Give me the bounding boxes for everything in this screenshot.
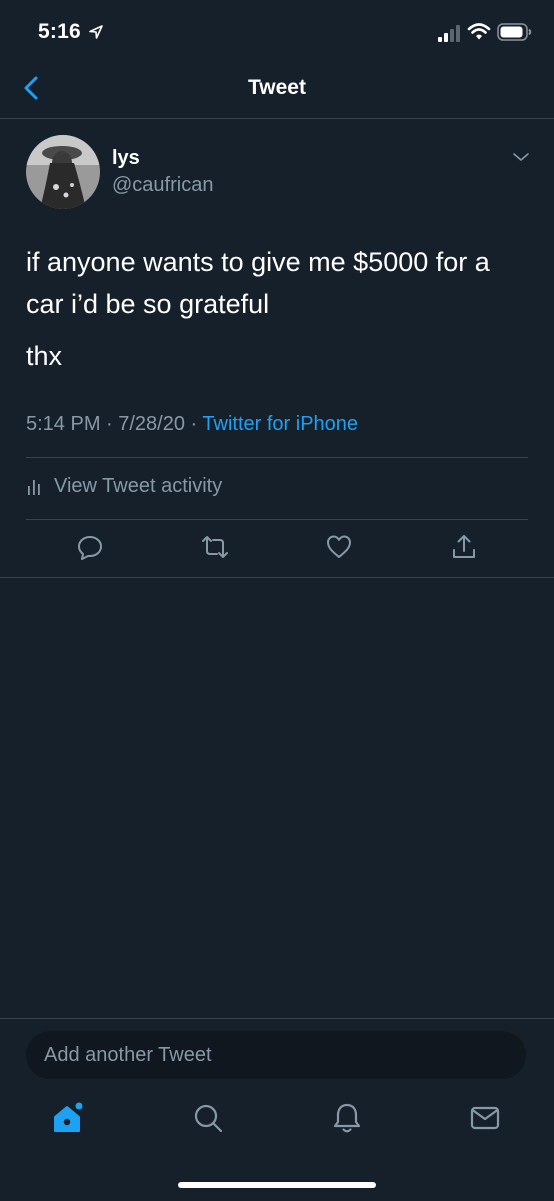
tweet-meta: 5:14 PM · 7/28/20 · Twitter for iPhone xyxy=(26,413,358,436)
tweet-source-link[interactable]: Twitter for iPhone xyxy=(202,413,358,435)
battery-icon xyxy=(497,23,532,41)
signal-icon xyxy=(438,25,460,42)
tab-bar xyxy=(0,1101,554,1141)
add-another-tweet-input[interactable] xyxy=(26,1031,526,1079)
reply-icon[interactable] xyxy=(76,533,104,561)
page-title: Tweet xyxy=(248,76,306,99)
navigation-bar: Tweet xyxy=(0,64,554,119)
tweet-timestamp: 5:14 PM · 7/28/20 · xyxy=(26,413,203,435)
home-icon[interactable] xyxy=(52,1101,86,1135)
location-arrow-icon xyxy=(89,25,103,39)
tweet-text: if anyone wants to give me $5000 for a c… xyxy=(26,247,490,319)
status-time: 5:16 xyxy=(38,20,81,43)
status-bar: 5:16 xyxy=(0,0,554,64)
bar-chart-icon xyxy=(28,480,40,495)
author-name[interactable]: lys xyxy=(112,147,140,170)
like-icon[interactable] xyxy=(325,533,353,561)
tweet-detail: lys @caufrican if anyone wants to give m… xyxy=(0,119,554,578)
divider xyxy=(26,519,528,520)
tweet-actions xyxy=(0,533,554,563)
view-tweet-activity-button[interactable]: View Tweet activity xyxy=(26,471,222,501)
activity-label: View Tweet activity xyxy=(54,474,223,497)
home-indicator xyxy=(178,1182,376,1188)
chevron-down-icon[interactable] xyxy=(510,149,532,165)
avatar[interactable] xyxy=(26,135,100,209)
wifi-icon xyxy=(467,23,491,40)
retweet-icon[interactable] xyxy=(201,533,229,561)
tweet-text-line2: thx xyxy=(26,341,63,371)
search-icon[interactable] xyxy=(191,1101,225,1135)
author-handle[interactable]: @caufrican xyxy=(112,174,213,197)
messages-icon[interactable] xyxy=(468,1101,502,1135)
share-icon[interactable] xyxy=(450,533,478,561)
notifications-icon[interactable] xyxy=(330,1101,364,1135)
bottom-bar xyxy=(0,1018,554,1201)
divider xyxy=(26,457,528,458)
